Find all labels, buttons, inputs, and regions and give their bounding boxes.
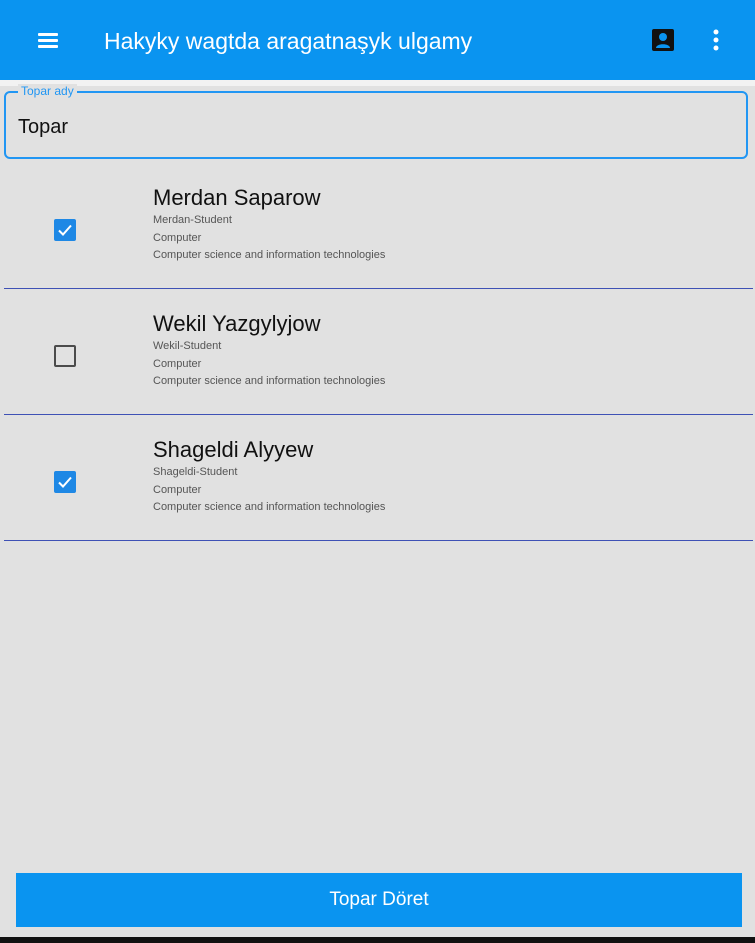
group-name-label: Topar ady xyxy=(18,84,77,98)
more-options-button[interactable] xyxy=(704,26,728,54)
student-name: Merdan Saparow xyxy=(153,185,321,210)
group-name-input[interactable] xyxy=(18,113,718,141)
app-bar: Hakyky wagtda aragatnaşyk ulgamy xyxy=(0,0,755,80)
student-checkbox[interactable] xyxy=(54,219,76,241)
student-faculty: Computer science and information technol… xyxy=(153,375,386,387)
student-checkbox[interactable] xyxy=(54,345,76,367)
student-checkbox[interactable] xyxy=(54,471,76,493)
student-username: Merdan-Student xyxy=(153,214,232,226)
student-department: Computer xyxy=(153,232,202,244)
student-username: Shageldi-Student xyxy=(153,466,238,478)
checkmark-icon xyxy=(58,224,72,236)
student-name: Wekil Yazgylyjow xyxy=(153,311,321,336)
student-department: Computer xyxy=(153,358,202,370)
row-divider xyxy=(4,540,753,541)
contact-card-icon xyxy=(652,29,674,51)
student-name: Shageldi Alyyew xyxy=(153,437,314,462)
student-username: Wekil-Student xyxy=(153,340,222,352)
student-department: Computer xyxy=(153,484,202,496)
student-row: Wekil Yazgylyjow Wekil-Student Computer … xyxy=(0,289,755,415)
student-row: Shageldi Alyyew Shageldi-Student Compute… xyxy=(0,415,755,541)
menu-button[interactable] xyxy=(30,24,66,56)
more-vert-icon xyxy=(713,29,719,51)
create-group-button[interactable]: Topar Döret xyxy=(16,873,742,927)
checkmark-icon xyxy=(58,476,72,488)
student-faculty: Computer science and information technol… xyxy=(153,501,386,513)
bottom-bar xyxy=(0,937,755,943)
student-row: Merdan Saparow Merdan-Student Computer C… xyxy=(0,163,755,289)
student-faculty: Computer science and information technol… xyxy=(153,249,386,261)
app-title: Hakyky wagtda aragatnaşyk ulgamy xyxy=(104,28,473,54)
group-name-field: Topar ady xyxy=(4,84,748,159)
contact-button[interactable] xyxy=(650,26,676,54)
toolbar-strip xyxy=(0,80,755,86)
